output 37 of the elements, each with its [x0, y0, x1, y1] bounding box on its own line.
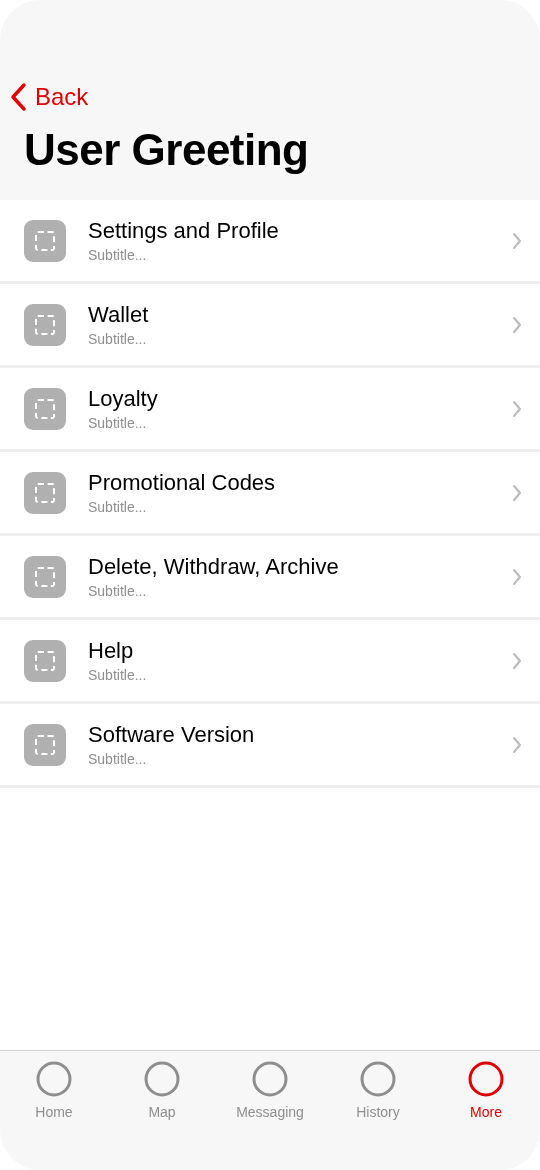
item-title: Wallet: [88, 301, 150, 329]
circle-icon: [36, 1061, 72, 1097]
item-title: Delete, Withdraw, Archive: [88, 553, 340, 581]
back-chevron-icon: [9, 82, 27, 112]
item-subtitle: Subtitle...: [88, 750, 148, 768]
item-subtitle: Subtitle...: [88, 582, 148, 600]
placeholder-icon: [24, 639, 66, 682]
item-subtitle: Subtitle...: [88, 498, 148, 516]
circle-icon: [144, 1061, 180, 1097]
item-subtitle: Subtitle...: [88, 414, 148, 432]
chevron-right-icon: [512, 231, 522, 250]
placeholder-icon: [24, 471, 66, 514]
item-title: Promotional Codes: [88, 469, 277, 497]
tab-item[interactable]: More: [468, 1061, 504, 1121]
circle-icon: [252, 1061, 288, 1097]
placeholder-icon: [24, 303, 66, 346]
chevron-right-icon: [512, 483, 522, 502]
chevron-right-icon: [512, 651, 522, 670]
item-subtitle: Subtitle...: [88, 246, 148, 264]
item-title: Loyalty: [88, 385, 159, 413]
circle-icon: [468, 1061, 504, 1097]
chevron-right-icon: [512, 315, 522, 334]
item-subtitle: Subtitle...: [88, 666, 148, 684]
placeholder-icon: [24, 723, 66, 766]
circle-icon: [360, 1061, 396, 1097]
chevron-right-icon: [512, 735, 522, 754]
placeholder-icon: [24, 219, 66, 262]
page-title: User Greeting: [23, 124, 310, 176]
chevron-right-icon: [512, 399, 522, 418]
placeholder-icon: [24, 387, 66, 430]
chevron-right-icon: [512, 567, 522, 586]
item-title: Software Version: [88, 721, 256, 749]
item-subtitle: Subtitle...: [88, 330, 148, 348]
item-title: Settings and Profile: [88, 217, 280, 245]
back-button[interactable]: Back: [0, 80, 89, 114]
item-title: Help: [88, 637, 135, 665]
placeholder-icon: [24, 555, 66, 598]
